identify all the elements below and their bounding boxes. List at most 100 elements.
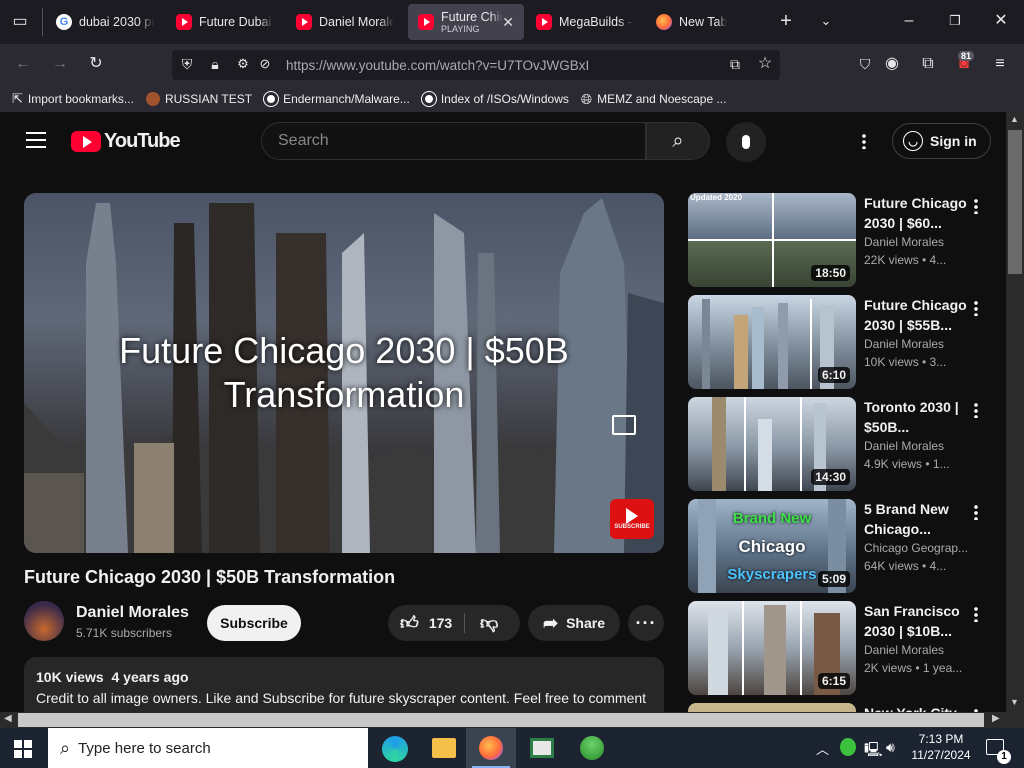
related-more-icon[interactable] [974, 504, 978, 520]
tray-people-icon[interactable] [840, 738, 856, 756]
related-item[interactable]: 14:30 Toronto 2030 | $50B... Daniel Mora… [688, 397, 1006, 491]
users-app-icon[interactable] [580, 736, 604, 760]
related-title[interactable]: 5 Brand New Chicago... [864, 499, 974, 539]
tracking-protection-icon[interactable]: ⛨ [176, 54, 198, 76]
new-tab-plus-icon[interactable]: + [775, 11, 797, 33]
tab-future-dubai[interactable]: Future Dubai 2 [166, 4, 284, 40]
related-item[interactable]: New York City [688, 703, 1006, 712]
scroll-up-arrow-icon[interactable]: ▲ [1010, 114, 1019, 124]
related-item[interactable]: 6:15 San Francisco 2030 | $10B... Daniel… [688, 601, 1006, 695]
url-text[interactable]: https://www.youtube.com/watch?v=U7TOvJWG… [286, 58, 589, 73]
related-item[interactable]: Brand New Chicago Skyscrapers 5:09 5 Bra… [688, 499, 1006, 593]
related-more-icon[interactable] [974, 606, 978, 622]
picture-in-picture-overlay-icon[interactable] [612, 415, 636, 435]
related-title[interactable]: Toronto 2030 | $50B... [864, 397, 974, 437]
guide-menu-icon[interactable] [26, 132, 46, 148]
youtube-logo[interactable]: YouTube [71, 130, 181, 153]
autoplay-blocked-icon[interactable]: ⊘ [254, 54, 276, 76]
back-icon[interactable]: ← [12, 54, 34, 76]
tab-new-tab[interactable]: New Tab [646, 4, 764, 40]
close-tab-icon[interactable]: ✕ [502, 14, 514, 31]
subscribe-button[interactable]: Subscribe [207, 605, 301, 641]
pocket-icon[interactable]: ⛉ [854, 54, 876, 76]
description-box[interactable]: 10K views 4 years ago Credit to all imag… [24, 657, 664, 712]
related-item[interactable]: 6:10 Future Chicago 2030 | $55B... Danie… [688, 295, 1006, 389]
url-bar[interactable]: ⛨ 🔒︎ ⚙ ⊘ https://www.youtube.com/watch?v… [172, 50, 780, 80]
related-channel[interactable]: Daniel Morales [864, 437, 974, 455]
voice-search-mic-icon[interactable] [726, 122, 766, 162]
bookmark-russian-test[interactable]: RUSSIAN TEST [145, 92, 252, 106]
tab-dubai[interactable]: G dubai 2030 pro [46, 4, 164, 40]
forward-icon[interactable]: → [49, 54, 71, 76]
scroll-down-arrow-icon[interactable]: ▼ [1010, 697, 1019, 707]
scroll-left-arrow-icon[interactable]: ◀ [4, 713, 12, 724]
reload-icon[interactable]: ↻ [85, 54, 107, 76]
extensions-icon[interactable]: ⧉ [917, 54, 939, 76]
related-title[interactable]: San Francisco 2030 | $10B... [864, 601, 974, 641]
horizontal-scroll-thumb[interactable] [18, 713, 984, 727]
close-window-icon[interactable]: ✕ [990, 11, 1012, 33]
network-icon[interactable]: 🖳︎ [864, 739, 883, 763]
bookmark-isos[interactable]: Index of /ISOs/Windows [421, 92, 569, 106]
related-thumbnail[interactable]: 14:30 [688, 397, 856, 491]
related-title[interactable]: New York City [864, 703, 974, 712]
related-more-icon[interactable] [974, 198, 978, 214]
share-button[interactable]: ➦ Share [528, 605, 620, 641]
taskbar-clock[interactable]: 7:13 PM 11/27/2024 [908, 731, 974, 763]
like-count[interactable]: 173 [429, 615, 452, 631]
bookmark-endermanch[interactable]: Endermanch/Malware... [264, 92, 410, 106]
sign-in-button[interactable]: ◡ Sign in [892, 123, 991, 159]
like-thumb-icon[interactable]: 👍︎ [400, 612, 419, 634]
tray-overflow-chevron-icon[interactable]: ︿ [816, 739, 829, 758]
tab-future-chicago[interactable]: Future Chica PLAYING ✕ [408, 4, 524, 40]
windows-start-icon[interactable] [14, 740, 32, 758]
menu-hamburger-icon[interactable]: ≡ [989, 54, 1011, 76]
scroll-right-arrow-icon[interactable]: ▶ [992, 713, 1000, 724]
tab-daniel-morales[interactable]: Daniel Morales [286, 4, 404, 40]
related-thumbnail[interactable]: Updated 2020 18:50 [688, 193, 856, 287]
related-channel[interactable]: Daniel Morales [864, 335, 974, 353]
channel-name[interactable]: Daniel Morales [76, 604, 189, 622]
related-title[interactable]: Future Chicago 2030 | $55B... [864, 295, 974, 335]
vertical-scroll-thumb[interactable] [1008, 130, 1022, 274]
related-title[interactable]: Future Chicago 2030 | $60... [864, 193, 974, 233]
lock-icon[interactable]: 🔒︎ [204, 54, 226, 76]
settings-more-icon[interactable] [862, 133, 866, 149]
picture-in-picture-icon[interactable]: ⧉ [724, 54, 746, 76]
bookmark-star-icon[interactable]: ☆ [754, 54, 776, 76]
search-icon[interactable]: ⌕ [646, 122, 710, 160]
volume-icon[interactable]: 🔊︎ [886, 739, 895, 756]
related-channel[interactable]: Daniel Morales [864, 233, 974, 251]
file-explorer-icon[interactable] [432, 738, 456, 758]
related-channel[interactable]: Daniel Morales [864, 641, 974, 659]
bookmark-memz[interactable]: 🌐︎ MEMZ and Noescape ... [581, 91, 727, 108]
bookmark-import[interactable]: ⇱ Import bookmarks... [12, 91, 134, 107]
firefox-taskbar-button[interactable] [466, 728, 516, 768]
related-thumbnail[interactable] [688, 703, 856, 712]
permissions-icon[interactable]: ⚙ [232, 54, 254, 76]
tab-list-chevron-icon[interactable]: ⌄ [815, 11, 837, 33]
search-input[interactable]: Search [261, 122, 646, 160]
list-all-tabs-icon[interactable]: ▭ [9, 12, 31, 34]
dislike-thumb-icon[interactable]: 👎︎ [480, 612, 498, 634]
related-more-icon[interactable] [974, 300, 978, 316]
edge-icon[interactable] [382, 736, 408, 762]
channel-avatar[interactable] [24, 601, 64, 641]
related-channel[interactable]: Chicago Geograp... [864, 539, 974, 557]
more-actions-icon[interactable]: ··· [628, 605, 664, 641]
related-thumbnail[interactable]: 6:15 [688, 601, 856, 695]
taskbar-search-box[interactable]: ⌕ Type here to search [48, 728, 368, 768]
minimize-icon[interactable]: – [898, 11, 920, 33]
account-icon[interactable]: ◉ [881, 54, 903, 76]
video-player[interactable]: Future Chicago 2030 | $50B Transformatio… [24, 193, 664, 553]
subscribe-watermark[interactable]: SUBSCRIBE [610, 499, 654, 539]
related-more-icon[interactable] [974, 402, 978, 418]
tab-megabuilds[interactable]: MegaBuilds - Y [526, 4, 644, 40]
addon-badge: 81 [958, 51, 975, 61]
app-window-icon[interactable] [530, 738, 554, 758]
related-meta: 22K views • 4... [864, 253, 947, 267]
related-item[interactable]: Updated 2020 18:50 Future Chicago 2030 |… [688, 193, 1006, 287]
restore-icon[interactable]: ❐ [944, 11, 966, 33]
related-thumbnail[interactable]: 6:10 [688, 295, 856, 389]
related-thumbnail[interactable]: Brand New Chicago Skyscrapers 5:09 [688, 499, 856, 593]
